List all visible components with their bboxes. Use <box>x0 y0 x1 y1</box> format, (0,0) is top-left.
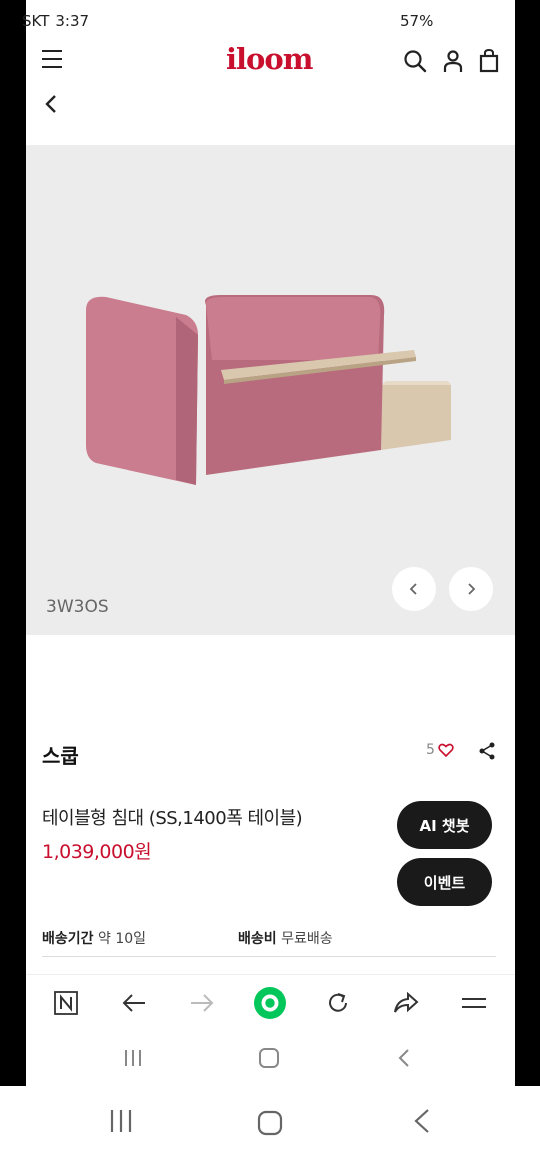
naver-home-button[interactable] <box>50 987 82 1019</box>
chevron-back-icon <box>398 1049 409 1067</box>
product-image: 3W3OS <box>26 145 515 635</box>
browser-back-button[interactable] <box>118 987 150 1019</box>
product-name: 스쿱 <box>42 744 79 768</box>
status-bar: SKT 3:37 57% <box>0 0 540 44</box>
share-page-button[interactable] <box>390 987 422 1019</box>
menu-icon[interactable] <box>42 50 62 68</box>
share-arrow-icon <box>394 991 419 1013</box>
search-icon[interactable] <box>402 48 428 74</box>
delivery-fee: 배송비 무료배송 <box>238 928 333 948</box>
browser-menu-button[interactable] <box>458 987 490 1019</box>
heart-icon <box>438 743 454 757</box>
browser-forward-button[interactable] <box>186 987 218 1019</box>
recents-icon <box>110 1110 132 1132</box>
naver-n-icon <box>54 991 78 1015</box>
arrow-right-icon <box>191 994 214 1012</box>
chevron-left-icon <box>409 583 417 595</box>
product-sku: 3W3OS <box>46 597 109 617</box>
outer-system-nav <box>0 1086 540 1158</box>
product-price: 1,039,000원 <box>42 841 152 863</box>
site-header: iloom <box>26 40 515 84</box>
phone-screen: iloom 3W3OS 스쿱 5 테이블형 침대 (SS,1400폭 테이블) … <box>26 0 515 1086</box>
cart-icon[interactable] <box>476 48 502 74</box>
recents-icon <box>125 1050 141 1066</box>
like-count: 5 <box>426 742 435 758</box>
delivery-period-label: 배송기간 <box>42 931 94 947</box>
product-title: 테이블형 침대 (SS,1400폭 테이블) <box>42 808 303 829</box>
refresh-button[interactable] <box>322 987 354 1019</box>
delivery-fee-label: 배송비 <box>238 931 277 947</box>
brand-logo[interactable]: iloom <box>226 42 313 76</box>
back-button[interactable] <box>396 1048 412 1068</box>
delivery-fee-value: 무료배송 <box>281 931 333 947</box>
arrow-left-icon <box>122 994 145 1012</box>
user-icon[interactable] <box>440 48 466 74</box>
delivery-period: 배송기간 약 10일 <box>42 928 146 948</box>
ai-chatbot-button[interactable]: AI 챗봇 <box>397 801 492 849</box>
share-icon[interactable] <box>478 741 496 761</box>
prev-image-button[interactable] <box>392 567 436 611</box>
event-button[interactable]: 이벤트 <box>397 858 492 906</box>
green-dot-button[interactable] <box>254 987 286 1019</box>
chevron-back-icon <box>414 1109 429 1133</box>
home-icon <box>259 1048 279 1068</box>
refresh-icon <box>329 993 347 1012</box>
green-dot-icon <box>254 987 286 1019</box>
chevron-right-icon <box>468 583 476 595</box>
browser-toolbar <box>26 974 515 1030</box>
next-image-button[interactable] <box>449 567 493 611</box>
inner-system-nav <box>26 1030 515 1086</box>
outer-back-button[interactable] <box>412 1108 432 1134</box>
carrier: SKT <box>22 12 50 30</box>
home-button[interactable] <box>258 1048 280 1068</box>
outer-home-button[interactable] <box>257 1110 283 1136</box>
delivery-period-value: 약 10일 <box>97 931 147 947</box>
info-divider <box>42 956 496 957</box>
outer-recents-button[interactable] <box>108 1108 134 1134</box>
battery-level: 57% <box>400 12 434 30</box>
menu-lines-icon <box>462 998 486 1008</box>
clock: 3:37 <box>55 12 90 30</box>
back-icon[interactable] <box>40 92 64 116</box>
recents-button[interactable] <box>122 1048 144 1068</box>
sofa-bed-illustration <box>86 295 451 485</box>
like-button[interactable]: 5 <box>426 742 454 758</box>
home-icon <box>257 1110 283 1136</box>
